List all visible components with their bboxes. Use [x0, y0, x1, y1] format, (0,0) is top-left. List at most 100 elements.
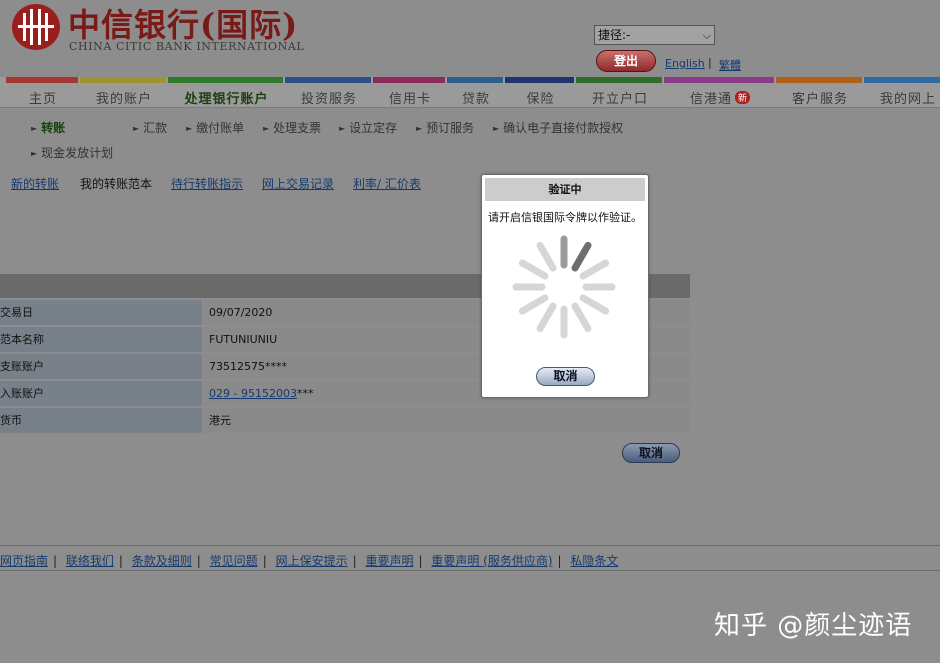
nav-color-bar	[285, 77, 371, 83]
field-label: 入账账户	[0, 381, 202, 406]
arrow-right-icon: ►	[31, 149, 37, 158]
subnav-item-pay-bills[interactable]: ► 缴付账单	[186, 119, 244, 136]
nav-color-bar	[505, 77, 574, 83]
logout-button[interactable]: 登出	[596, 50, 656, 72]
nav-item-home[interactable]: 主页	[6, 77, 80, 107]
footer-link-security[interactable]: 网上保安提示	[276, 554, 348, 568]
shortcut-select-value: 捷径:-	[598, 28, 630, 42]
nav-color-bar	[168, 77, 283, 83]
field-label: 货币	[0, 408, 202, 433]
nav-item-label: 信港通	[690, 92, 732, 107]
subnav-item-cash-disbursement[interactable]: ► 现金发放计划	[31, 144, 113, 161]
spinner-spoke	[583, 263, 606, 276]
credit-account-link[interactable]: 029 - 95152003	[209, 387, 297, 400]
nav-item-customer-service[interactable]: 客户服务	[776, 77, 864, 107]
main-nav: 主页 我的账户 处理银行账户 投资服务 信用卡 贷款 保险 开立户口 信港通新 …	[0, 77, 940, 108]
nav-color-bar	[447, 77, 503, 83]
subnav-item-time-deposit[interactable]: ►设立定存	[339, 119, 397, 136]
verification-dialog: 验证中 请开启信银国际令牌以作验证。 取消	[481, 174, 649, 398]
subnav-item-reservation[interactable]: ► 预订服务	[416, 119, 474, 136]
footer-link-privacy[interactable]: 私隐条文	[570, 554, 618, 568]
subnav-item-transfer[interactable]: ►转账	[31, 119, 65, 136]
footer-separator: |	[119, 554, 123, 568]
form-row-currency: 货币 港元	[0, 408, 690, 433]
nav-item-credit-card[interactable]: 信用卡	[373, 77, 447, 107]
nav-item-my-online[interactable]: 我的网上	[864, 77, 940, 107]
nav-color-bar	[864, 77, 940, 83]
footer-divider-top	[0, 545, 940, 546]
footer-link-disclaimer[interactable]: 重要声明	[365, 554, 413, 568]
nav-item-label: 信用卡	[373, 88, 447, 107]
loading-spinner-icon	[512, 235, 616, 339]
subnav-item-label: 转账	[41, 121, 65, 135]
field-value: 港元	[204, 408, 690, 433]
language-traditional-link[interactable]: 繁體	[719, 57, 741, 73]
dialog-cancel-button[interactable]: 取消	[536, 367, 595, 386]
spinner-spoke	[583, 298, 606, 311]
nav-item-label: 保险	[505, 88, 576, 107]
subnav-item-direct-debit[interactable]: ►确认电子直接付款授权	[493, 119, 623, 136]
tab-rates[interactable]: 利率/ 汇价表	[353, 175, 421, 192]
nav-item-loans[interactable]: 贷款	[447, 77, 505, 107]
footer-link-contact[interactable]: 联络我们	[66, 554, 114, 568]
nav-color-bar	[776, 77, 862, 83]
footer-separator: |	[558, 554, 562, 568]
nav-item-my-accounts[interactable]: 我的账户	[80, 77, 168, 107]
footer-link-disclaimer-provider[interactable]: 重要声明 (服务供应商)	[431, 554, 552, 568]
arrow-right-icon: ►	[186, 124, 192, 133]
nav-color-bar	[664, 77, 774, 83]
dialog-message: 请开启信银国际令牌以作验证。	[488, 209, 642, 225]
spinner-spoke	[540, 245, 553, 268]
arrow-right-icon: ►	[416, 124, 422, 133]
arrow-right-icon: ►	[133, 124, 139, 133]
tab-transaction-history[interactable]: 网上交易记录	[262, 175, 334, 192]
field-label: 支账账户	[0, 354, 202, 379]
nav-item-xingangtong[interactable]: 信港通新	[664, 77, 776, 107]
cancel-button[interactable]: 取消	[622, 443, 680, 463]
chevron-down-icon: ⌵	[703, 27, 711, 45]
nav-item-label: 我的网上	[864, 88, 940, 107]
footer-separator: |	[197, 554, 201, 568]
arrow-right-icon: ►	[263, 124, 269, 133]
nav-item-label: 投资服务	[285, 88, 373, 107]
nav-color-bar	[6, 77, 78, 83]
dialog-title: 验证中	[485, 178, 645, 201]
spinner-spoke	[575, 245, 588, 268]
subnav-item-cheques[interactable]: ►处理支票	[263, 119, 321, 136]
footer-link-faq[interactable]: 常见问题	[210, 554, 258, 568]
nav-item-banking[interactable]: 处理银行账户	[168, 77, 285, 107]
nav-item-label: 处理银行账户	[168, 88, 285, 107]
nav-item-open-account[interactable]: 开立户口	[576, 77, 664, 107]
nav-item-label-wrap: 信港通新	[664, 88, 776, 107]
nav-color-bar	[576, 77, 662, 83]
footer-link-guide[interactable]: 网页指南	[0, 554, 48, 568]
footer-separator: |	[53, 554, 57, 568]
subnav-item-label: 预订服务	[426, 121, 474, 135]
nav-color-bar	[80, 77, 166, 83]
field-label: 范本名称	[0, 327, 202, 352]
nav-item-investment[interactable]: 投资服务	[285, 77, 373, 107]
nav-item-label: 开立户口	[576, 88, 664, 107]
tab-transfer-templates[interactable]: 我的转账范本	[80, 175, 152, 192]
nav-item-label: 贷款	[447, 88, 505, 107]
subnav-item-label: 确认电子直接付款授权	[503, 121, 623, 135]
tab-new-transfer[interactable]: 新的转账	[11, 175, 59, 192]
nav-item-label: 主页	[6, 88, 80, 107]
subnav-item-label: 设立定存	[349, 121, 397, 135]
language-english-link[interactable]: English	[665, 57, 705, 70]
nav-color-bar	[373, 77, 445, 83]
shortcut-select[interactable]: 捷径:- ⌵	[594, 25, 715, 45]
subnav-item-label: 缴付账单	[196, 121, 244, 135]
spinner-spoke	[540, 306, 553, 329]
nav-item-insurance[interactable]: 保险	[505, 77, 576, 107]
credit-account-mask: ***	[297, 387, 314, 400]
subnav-item-label: 现金发放计划	[41, 146, 113, 160]
footer-links: 网页指南| 联络我们| 条款及细则| 常见问题| 网上保安提示| 重要声明| 重…	[0, 552, 618, 569]
footer-divider-bottom	[0, 570, 940, 571]
subnav-item-remittance[interactable]: ►汇款	[133, 119, 167, 136]
field-label: 交易日	[0, 300, 202, 325]
footer-link-terms[interactable]: 条款及细则	[132, 554, 192, 568]
language-separator: |	[708, 56, 712, 69]
nav-item-label: 我的账户	[80, 88, 168, 107]
tab-pending-instructions[interactable]: 待行转账指示	[171, 175, 243, 192]
